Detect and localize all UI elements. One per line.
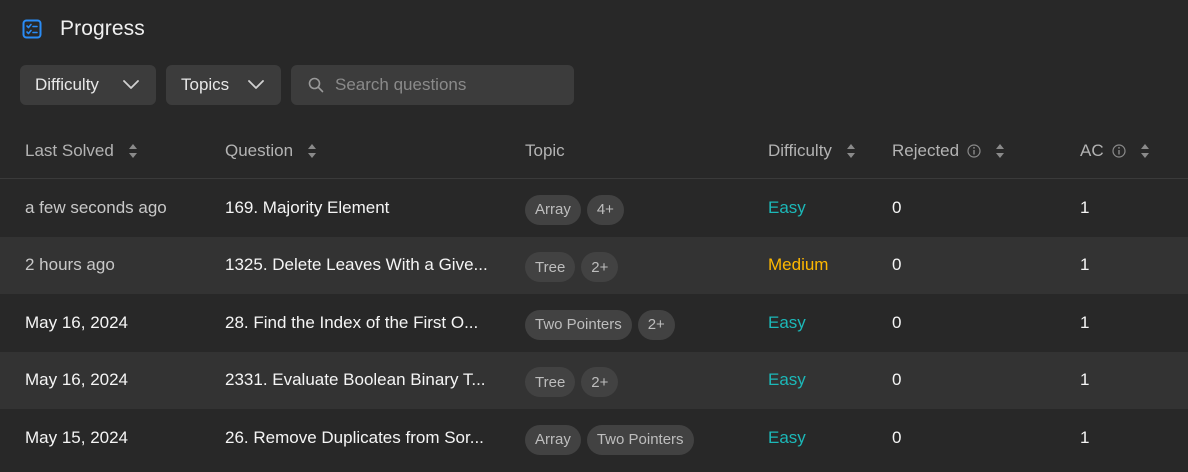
sort-icon[interactable] — [1140, 143, 1150, 159]
ac-cell: 1 — [1080, 255, 1090, 275]
topics-filter-label: Topics — [181, 75, 230, 94]
column-label: Last Solved — [25, 141, 114, 160]
difficulty-filter-label: Difficulty — [35, 75, 99, 94]
column-rejected[interactable]: Rejected — [892, 124, 1005, 178]
ac-cell: 1 — [1080, 427, 1090, 447]
rejected-cell: 0 — [892, 255, 902, 275]
topic-tag[interactable]: Two Pointers — [586, 424, 694, 455]
search-input[interactable] — [335, 75, 555, 95]
question-link[interactable]: 2331. Evaluate Boolean Binary T... — [225, 352, 486, 410]
topic-tag[interactable]: 2+ — [581, 252, 619, 283]
topic-tag[interactable]: Tree — [525, 252, 576, 283]
chevron-down-icon — [248, 80, 264, 89]
topic-tag[interactable]: 2+ — [581, 367, 619, 398]
sort-icon[interactable] — [995, 143, 1005, 159]
table-row[interactable]: May 16, 2024 2331. Evaluate Boolean Bina… — [0, 351, 1188, 410]
ac-cell: 1 — [1080, 370, 1090, 390]
last-solved-cell: May 15, 2024 — [25, 427, 129, 447]
page-title: Progress — [60, 17, 145, 40]
difficulty-filter-button[interactable]: Difficulty — [20, 65, 156, 105]
topic-cell: Two Pointers 2+ — [525, 294, 675, 352]
topic-tag[interactable]: Tree — [525, 367, 576, 398]
table-row[interactable]: May 16, 2024 28. Find the Index of the F… — [0, 294, 1188, 352]
difficulty-cell: Easy — [768, 312, 806, 332]
topic-tag[interactable]: 4+ — [586, 194, 624, 225]
topic-cell: Tree 2+ — [525, 237, 619, 295]
topic-tag[interactable]: Two Pointers — [525, 309, 632, 340]
sort-icon[interactable] — [128, 143, 138, 159]
column-label: Question — [225, 141, 294, 160]
topics-filter-button[interactable]: Topics — [166, 65, 281, 105]
topic-tag[interactable]: Array — [525, 194, 581, 225]
table-row[interactable]: 2 hours ago 1325. Delete Leaves With a G… — [0, 236, 1188, 295]
topic-cell: Array 4+ — [525, 179, 624, 237]
difficulty-cell: Medium — [768, 255, 829, 275]
chevron-down-icon — [123, 80, 139, 89]
column-question[interactable]: Question — [225, 124, 317, 178]
rejected-cell: 0 — [892, 370, 902, 390]
last-solved-cell: 2 hours ago — [25, 255, 115, 275]
question-link[interactable]: 28. Find the Index of the First O... — [225, 294, 478, 352]
table-row[interactable]: May 15, 2024 26. Remove Duplicates from … — [0, 409, 1188, 467]
question-link[interactable]: 26. Remove Duplicates from Sor... — [225, 409, 484, 467]
info-icon[interactable] — [1112, 144, 1126, 158]
topic-cell: Array Two Pointers — [525, 409, 694, 467]
topic-cell: Tree 2+ — [525, 352, 619, 410]
info-icon[interactable] — [967, 144, 981, 158]
search-box[interactable] — [291, 65, 574, 105]
question-link[interactable]: 169. Majority Element — [225, 179, 389, 237]
rejected-cell: 0 — [892, 427, 902, 447]
progress-table: Last Solved Question Topic Difficulty Re… — [0, 124, 1188, 467]
search-icon — [308, 77, 324, 93]
topic-tag[interactable]: Array — [525, 424, 581, 455]
column-label: Difficulty — [768, 141, 832, 160]
column-ac[interactable]: AC — [1080, 124, 1150, 178]
checklist-icon — [22, 19, 42, 39]
sort-icon[interactable] — [307, 143, 317, 159]
topic-tag[interactable]: 2+ — [637, 309, 675, 340]
rejected-cell: 0 — [892, 197, 902, 217]
page-header: Progress — [22, 16, 145, 42]
column-label: Rejected — [892, 141, 960, 160]
last-solved-cell: May 16, 2024 — [25, 370, 129, 390]
difficulty-cell: Easy — [768, 370, 806, 390]
question-link[interactable]: 1325. Delete Leaves With a Give... — [225, 237, 488, 295]
column-label: AC — [1080, 141, 1104, 160]
difficulty-cell: Easy — [768, 427, 806, 447]
column-difficulty[interactable]: Difficulty — [768, 124, 856, 178]
filter-bar: Difficulty Topics — [20, 65, 574, 105]
last-solved-cell: a few seconds ago — [25, 197, 167, 217]
table-row[interactable]: a few seconds ago 169. Majority Element … — [0, 179, 1188, 237]
ac-cell: 1 — [1080, 197, 1090, 217]
column-last-solved[interactable]: Last Solved — [25, 124, 138, 178]
column-topic: Topic — [525, 124, 565, 178]
ac-cell: 1 — [1080, 312, 1090, 332]
difficulty-cell: Easy — [768, 197, 806, 217]
sort-icon[interactable] — [846, 143, 856, 159]
last-solved-cell: May 16, 2024 — [25, 312, 129, 332]
column-label: Topic — [525, 141, 565, 160]
rejected-cell: 0 — [892, 312, 902, 332]
table-header: Last Solved Question Topic Difficulty Re… — [0, 124, 1188, 179]
